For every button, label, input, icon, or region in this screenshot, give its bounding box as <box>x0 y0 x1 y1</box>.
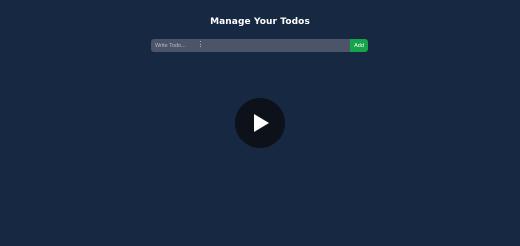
play-icon <box>254 114 269 132</box>
add-button[interactable]: Add <box>350 39 368 52</box>
todo-form: Add <box>151 39 368 52</box>
todo-app-page: Manage Your Todos Add <box>0 0 520 246</box>
text-cursor-icon <box>199 41 201 47</box>
page-title: Manage Your Todos <box>210 17 310 27</box>
todo-input[interactable] <box>151 39 350 52</box>
play-button[interactable] <box>235 98 285 148</box>
